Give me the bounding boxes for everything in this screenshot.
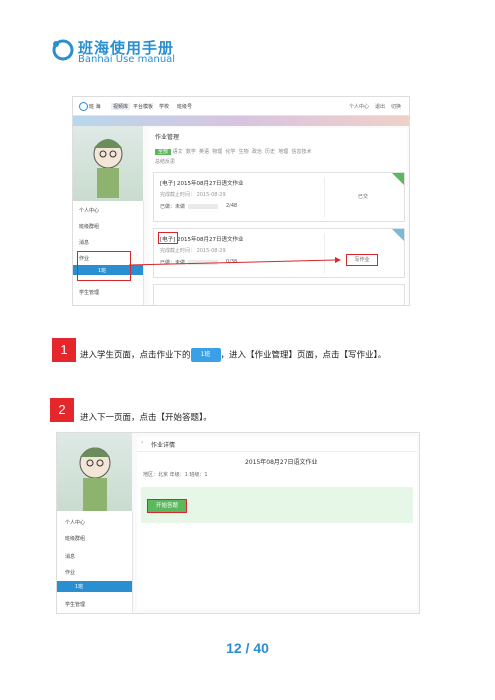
detail-title: 作业详情 bbox=[151, 442, 176, 449]
homework-detail-panel: ‹ 作业详情 2015年08月27日语文作业 地区：北京 年级：1 班级：1 开… bbox=[137, 437, 417, 609]
sidebar-item-students[interactable]: 学生管理 bbox=[65, 601, 85, 608]
pointer-arrow bbox=[128, 257, 341, 266]
step-1-text-a: 进入学生页面，点击作业下的 bbox=[80, 350, 191, 361]
page-number: 12 / 40 bbox=[226, 640, 269, 656]
back-icon[interactable]: ‹ bbox=[141, 439, 143, 446]
brand-subtitle: Banhai Use manual bbox=[78, 54, 176, 65]
step-1-text: 进入学生页面，点击作业下的 1班 ，进入【作业管理】页面，点击【写作业】。 bbox=[80, 348, 386, 362]
sidebar-item-personal[interactable]: 个人中心 bbox=[65, 519, 85, 526]
sidebar-item-homework[interactable]: 作业 bbox=[65, 569, 75, 576]
homework-meta: 地区：北京 年级：1 班级：1 bbox=[143, 472, 208, 478]
screenshot-homework-list: 班 海 视频库 平台模板 学校 班级号 个人中心 退出 切换 个人中心 班级群组… bbox=[72, 96, 410, 306]
sidebar-menu: 个人中心 班级群组 消息 作业 1班 学生管理 bbox=[57, 511, 133, 613]
sidebar-item-messages[interactable]: 消息 bbox=[65, 553, 75, 560]
avatar-illustration bbox=[57, 433, 132, 511]
screenshot-homework-detail: 个人中心 班级群组 消息 作业 1班 学生管理 ‹ 作业详情 2015年08月2… bbox=[56, 432, 420, 614]
sidebar-item-groups[interactable]: 班级群组 bbox=[65, 535, 85, 542]
step-1-badge: 1 bbox=[52, 338, 76, 362]
step-1-text-b: ，进入【作业管理】页面，点击【写作业】。 bbox=[220, 350, 387, 361]
sidebar: 个人中心 班级群组 消息 作业 1班 学生管理 bbox=[57, 433, 133, 613]
sidebar-item-class1[interactable]: 1班 bbox=[57, 581, 132, 592]
banhai-logo-icon bbox=[52, 39, 74, 61]
class1-label: 1班 bbox=[75, 584, 84, 590]
step-2-badge: 2 bbox=[50, 398, 74, 422]
class-button-illustration: 1班 bbox=[190, 348, 221, 362]
detail-header: ‹ 作业详情 bbox=[137, 437, 417, 452]
step-2-text: 进入下一页面，点击【开始答题】。 bbox=[80, 413, 212, 423]
homework-title: 2015年08月27日语文作业 bbox=[245, 459, 318, 466]
start-answer-button[interactable]: 开始答题 bbox=[147, 499, 187, 513]
